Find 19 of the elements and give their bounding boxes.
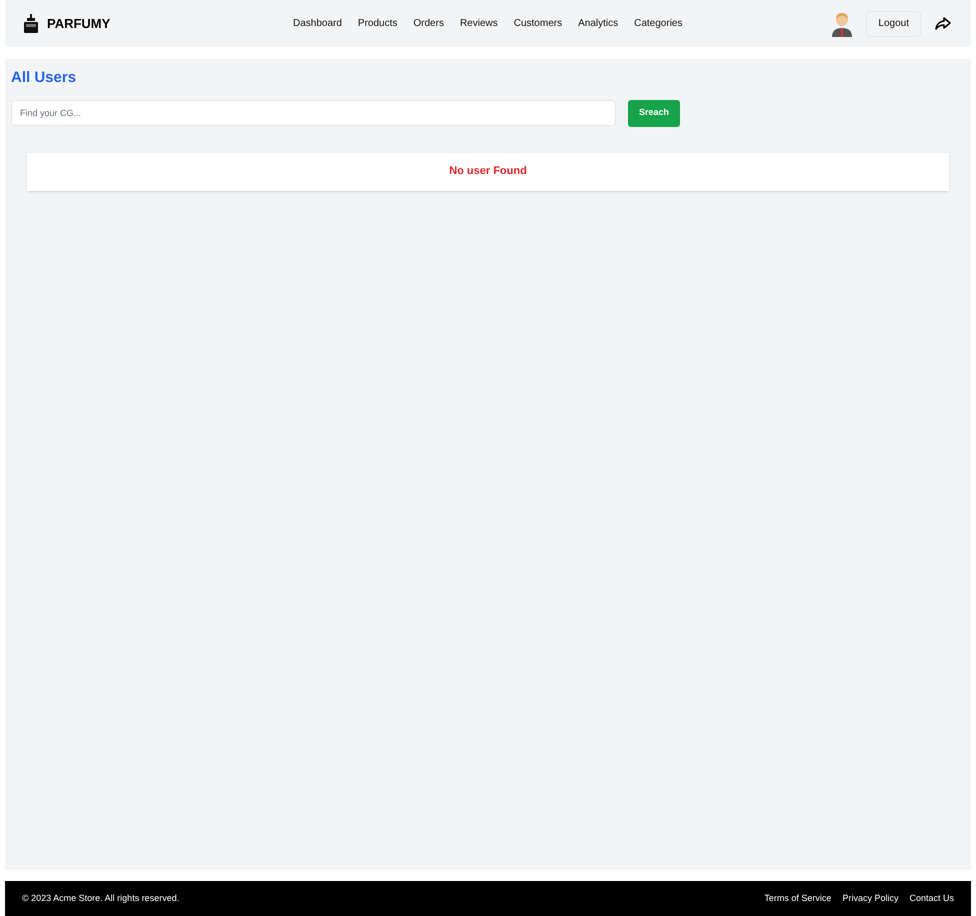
search-field[interactable]: Find your CG... <box>11 100 616 126</box>
nav-link[interactable]: Reviews <box>460 16 498 31</box>
avatar-icon <box>832 10 852 36</box>
nav-link[interactable]: Products <box>358 16 398 31</box>
nav-link[interactable]: Analytics <box>578 16 618 31</box>
footer-link[interactable]: Terms of Service <box>764 892 832 906</box>
footer-link[interactable]: Privacy Policy <box>842 892 898 906</box>
page-title: All Users <box>11 68 78 88</box>
nav-link[interactable]: Customers <box>514 16 562 31</box>
share-arrow-icon[interactable] <box>935 17 951 30</box>
nav-link[interactable]: Categories <box>634 16 682 31</box>
brand-name: PARFUMY <box>47 14 110 33</box>
nav-link[interactable]: Dashboard <box>293 16 342 31</box>
nav-link[interactable]: Orders <box>413 16 444 31</box>
footer-link[interactable]: Contact Us <box>909 892 954 906</box>
copyright-text: © 2023 Acme Store. All rights reserved. <box>22 892 180 905</box>
perfume-bottle-icon <box>23 14 39 34</box>
logout-button[interactable]: Logout <box>866 10 921 36</box>
empty-message: No user Found <box>449 164 527 180</box>
